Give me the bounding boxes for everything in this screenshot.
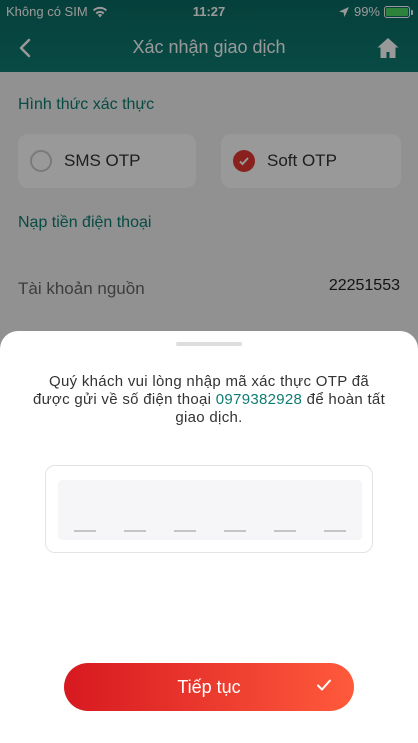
sheet-grabber[interactable] [176,342,242,346]
otp-field[interactable] [58,480,362,540]
otp-digit-slot [274,530,296,532]
otp-input[interactable] [45,465,373,553]
otp-digit-slot [124,530,146,532]
otp-digit-slot [224,530,246,532]
otp-instruction: Quý khách vui lòng nhập mã xác thực OTP … [30,373,388,427]
phone-number: 0979382928 [215,391,303,408]
check-icon [317,679,331,691]
otp-digit-slot [174,530,196,532]
otp-bottom-sheet: Quý khách vui lòng nhập mã xác thực OTP … [0,331,418,743]
continue-button[interactable]: Tiếp tục [64,663,354,711]
otp-digit-slot [74,530,96,532]
continue-label: Tiếp tục [177,676,241,697]
otp-digit-slot [324,530,346,532]
